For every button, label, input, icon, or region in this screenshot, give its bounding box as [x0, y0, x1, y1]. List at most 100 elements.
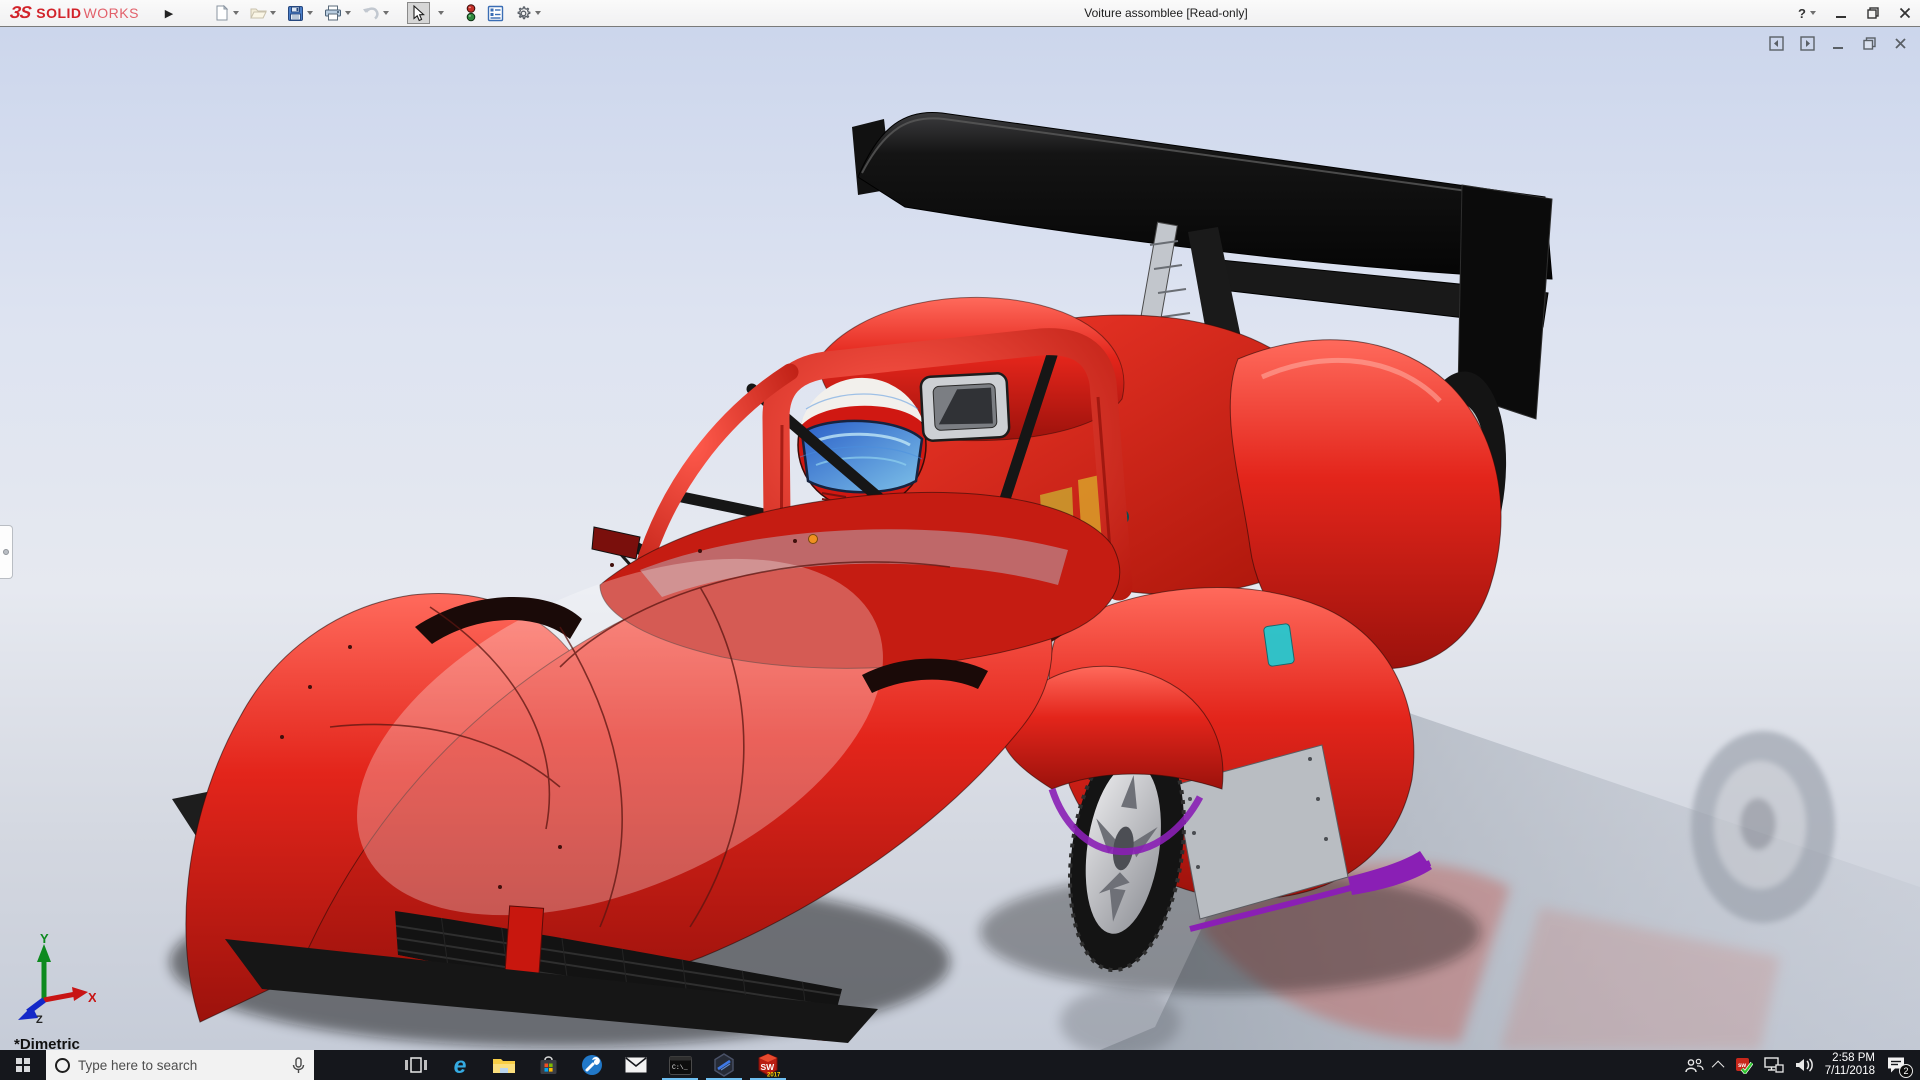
window-controls: ?	[1798, 0, 1912, 26]
quick-access-toolbar	[210, 0, 545, 26]
tray-date: 7/11/2018	[1825, 1065, 1875, 1078]
solidworks-monitor-button[interactable]: sw	[1735, 1057, 1753, 1074]
volume-button[interactable]	[1795, 1057, 1814, 1073]
new-dropdown-arrow[interactable]	[233, 11, 239, 15]
options-button[interactable]	[511, 2, 545, 24]
collapse-pane-left-button[interactable]	[1769, 36, 1784, 51]
store-button[interactable]	[526, 1050, 570, 1080]
new-document-icon	[214, 5, 230, 21]
undo-dropdown-arrow[interactable]	[383, 11, 389, 15]
taskbar-search[interactable]	[46, 1050, 314, 1080]
document-title: Voiture assomblee [Read-only]	[1084, 6, 1247, 20]
windows-logo-icon	[16, 1058, 31, 1073]
dassault-logo-icon: ЗS	[9, 3, 32, 23]
undo-button[interactable]	[358, 2, 393, 24]
solidworks-monitor-icon: sw	[1735, 1057, 1753, 1074]
microsoft-store-icon	[538, 1055, 559, 1076]
task-view-button[interactable]	[394, 1050, 438, 1080]
close-button[interactable]	[1898, 6, 1912, 20]
solidworks-2017-icon: SW2017	[755, 1052, 781, 1078]
view-orientation-label: *Dimetric	[14, 1036, 80, 1050]
title-bar: ЗS SOLIDWORKS ▶	[0, 0, 1920, 27]
svg-text:sw: sw	[1738, 1063, 1746, 1069]
save-icon	[287, 5, 304, 22]
document-window-controls	[1769, 36, 1908, 51]
hexagon-app-button[interactable]	[702, 1050, 746, 1080]
search-input[interactable]	[78, 1058, 284, 1073]
tray-clock[interactable]: 2:58 PM 7/11/2018	[1825, 1052, 1875, 1078]
wrench-circle-icon	[581, 1054, 603, 1076]
support-tool-button[interactable]	[570, 1050, 614, 1080]
rebuild-traffic-light-icon	[466, 4, 476, 22]
cortana-icon	[55, 1058, 70, 1073]
chevron-up-icon	[1711, 1060, 1724, 1073]
microphone-icon[interactable]	[292, 1057, 305, 1074]
new-document-button[interactable]	[210, 2, 243, 24]
help-dropdown-arrow[interactable]	[1810, 11, 1816, 15]
svg-text:X: X	[88, 990, 96, 1005]
save-dropdown-arrow[interactable]	[307, 11, 313, 15]
open-button[interactable]	[246, 2, 280, 24]
start-button[interactable]	[0, 1050, 46, 1080]
mail-button[interactable]	[614, 1050, 658, 1080]
undo-icon	[362, 6, 380, 21]
task-view-icon	[405, 1056, 427, 1074]
options-dropdown-arrow[interactable]	[535, 11, 541, 15]
expand-pane-right-button[interactable]	[1800, 36, 1815, 51]
splitter-dot-icon	[3, 549, 9, 555]
mail-icon	[625, 1057, 647, 1073]
display-settings-icon	[487, 5, 504, 22]
solidworks-logo: ЗS SOLIDWORKS	[10, 0, 139, 26]
edge-icon: e	[454, 1054, 467, 1077]
notification-badge: 2	[1899, 1064, 1913, 1078]
options-gear-icon	[515, 5, 532, 22]
select-dropdown-button[interactable]	[433, 2, 448, 24]
save-button[interactable]	[283, 2, 317, 24]
hexagon-app-icon	[713, 1053, 735, 1077]
display-settings-button[interactable]	[483, 2, 508, 24]
select-tool-button[interactable]	[407, 2, 430, 24]
feature-panel-splitter-tab[interactable]	[0, 525, 13, 579]
taskbar-apps: e C:\_ SW2017	[394, 1050, 790, 1080]
solidworks-2017-button[interactable]: SW2017	[746, 1050, 790, 1080]
svg-text:Y: Y	[40, 932, 49, 946]
menu-expand-arrow[interactable]: ▶	[160, 4, 178, 22]
graphics-area[interactable]: Y X Z *Dimetric	[0, 27, 1920, 1050]
restore-document-button[interactable]	[1862, 36, 1877, 51]
network-icon	[1764, 1057, 1784, 1073]
model-scene	[0, 27, 1920, 1050]
brand-text-solid: SOLID	[36, 5, 81, 21]
tray-time: 2:58 PM	[1825, 1052, 1875, 1065]
volume-icon	[1795, 1057, 1814, 1073]
network-button[interactable]	[1764, 1057, 1784, 1073]
open-dropdown-arrow[interactable]	[270, 11, 276, 15]
svg-text:C:\_: C:\_	[672, 1064, 688, 1071]
solidworks-window: ЗS SOLIDWORKS ▶	[0, 0, 1920, 1080]
windows-taskbar: e C:\_ SW2017	[0, 1050, 1920, 1080]
print-icon	[324, 5, 342, 21]
system-tray: sw 2:58 PM 7/11/2018 2	[1685, 1050, 1920, 1080]
file-explorer-button[interactable]	[482, 1050, 526, 1080]
rebuild-button[interactable]	[462, 2, 480, 24]
command-prompt-icon: C:\_	[669, 1056, 692, 1075]
select-arrow-icon	[411, 5, 426, 22]
maximize-button[interactable]	[1866, 6, 1880, 20]
action-center-button[interactable]: 2	[1886, 1056, 1906, 1074]
people-icon	[1685, 1058, 1704, 1073]
print-dropdown-arrow[interactable]	[345, 11, 351, 15]
hidden-icons-button[interactable]	[1715, 1061, 1724, 1070]
print-button[interactable]	[320, 2, 355, 24]
close-document-button[interactable]	[1893, 36, 1908, 51]
edge-button[interactable]: e	[438, 1050, 482, 1080]
minimize-button[interactable]	[1834, 6, 1848, 20]
brand-text-works: WORKS	[84, 5, 139, 21]
help-button[interactable]: ?	[1798, 6, 1816, 21]
select-dropdown-arrow[interactable]	[438, 11, 444, 15]
command-prompt-button[interactable]: C:\_	[658, 1050, 702, 1080]
file-explorer-icon	[492, 1056, 516, 1075]
front-bodywork	[186, 486, 1120, 1022]
orientation-triad-icon: Y X Z	[8, 932, 96, 1024]
minimize-document-button[interactable]	[1831, 36, 1846, 51]
svg-text:SW: SW	[761, 1062, 776, 1072]
people-button[interactable]	[1685, 1058, 1704, 1073]
